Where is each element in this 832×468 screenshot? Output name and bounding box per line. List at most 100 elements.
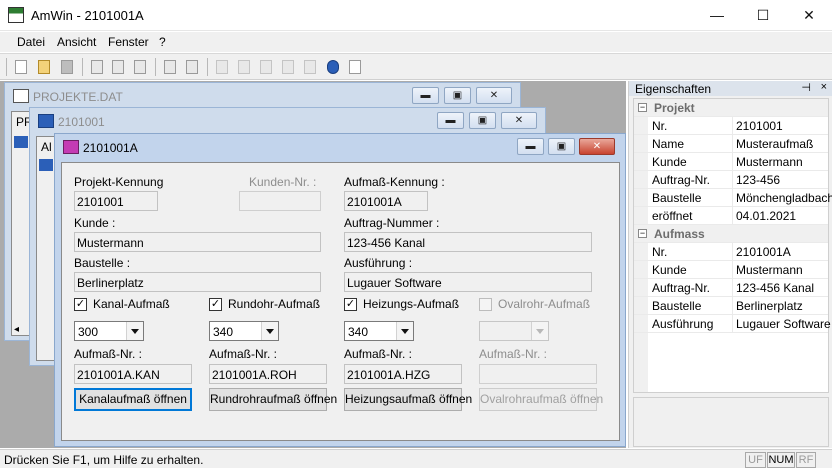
property-row[interactable]: Name Musteraufmaß bbox=[634, 135, 828, 153]
grid-icon[interactable] bbox=[279, 58, 297, 76]
mdi-close-button[interactable]: ✕ bbox=[501, 112, 537, 129]
property-key: Nr. bbox=[652, 245, 668, 259]
heizung-combo-value: 340 bbox=[348, 325, 369, 339]
table-icon[interactable] bbox=[301, 58, 319, 76]
list-icon[interactable] bbox=[235, 58, 253, 76]
rundrohr-aufmass-nr-label: Aufmaß-Nr. : bbox=[209, 347, 278, 361]
mdi-minimize-button[interactable]: ▬ bbox=[412, 87, 439, 104]
heizung-open-button[interactable]: Heizungsaufmaß öffnen bbox=[344, 388, 472, 411]
category-label: Projekt bbox=[654, 101, 695, 115]
close-button[interactable]: ✕ bbox=[786, 0, 832, 31]
ovalrohr-open-button: Ovalrohraufmaß öffnen bbox=[479, 388, 603, 411]
property-description bbox=[633, 397, 829, 447]
maximize-button[interactable]: ☐ bbox=[740, 0, 786, 31]
menu-help[interactable]: ? bbox=[159, 35, 166, 49]
save-icon[interactable] bbox=[58, 58, 76, 76]
indicator-num: NUM bbox=[767, 452, 795, 468]
rundrohr-checkbox[interactable]: ✓ bbox=[209, 298, 222, 311]
property-row[interactable]: Auftrag-Nr. 123-456 Kanal bbox=[634, 279, 828, 297]
kanal-combo[interactable]: 300 bbox=[74, 321, 144, 341]
kanal-checkbox[interactable]: ✓ bbox=[74, 298, 87, 311]
heizung-aufmass-nr-field[interactable]: 2101001A.HZG bbox=[344, 364, 462, 384]
kanal-aufmass-nr-label: Aufmaß-Nr. : bbox=[74, 347, 143, 361]
menu-datei[interactable]: Datei bbox=[17, 35, 45, 49]
mdi-window-title: 2101001A bbox=[83, 141, 138, 155]
mdi-title-bar[interactable]: 2101001A ▬ ▣ ✕ bbox=[55, 134, 625, 162]
collapse-icon[interactable]: − bbox=[638, 229, 647, 238]
property-key: Name bbox=[652, 137, 685, 151]
collapse-icon[interactable]: − bbox=[638, 103, 647, 112]
menu-ansicht[interactable]: Ansicht bbox=[57, 35, 96, 49]
scroll-left-icon[interactable]: ◂ bbox=[14, 324, 19, 335]
chevron-down-icon[interactable] bbox=[396, 322, 413, 340]
copy-icon[interactable] bbox=[109, 58, 127, 76]
property-row[interactable]: Nr. 2101001 bbox=[634, 117, 828, 135]
menu-bar: Datei Ansicht Fenster ? bbox=[0, 32, 832, 52]
aufmass-icon bbox=[63, 140, 79, 154]
property-row[interactable]: Nr. 2101001A bbox=[634, 243, 828, 261]
mdi-minimize-button[interactable]: ▬ bbox=[517, 138, 544, 155]
sort-icon[interactable] bbox=[213, 58, 231, 76]
property-value: 123-456 Kanal bbox=[736, 281, 815, 295]
property-category-projekt[interactable]: − Projekt bbox=[634, 99, 828, 117]
new-icon[interactable] bbox=[12, 58, 30, 76]
menu-fenster[interactable]: Fenster bbox=[108, 35, 149, 49]
mdi-title-bar[interactable]: 2101001 ▬ ▣ ✕ bbox=[30, 108, 545, 136]
property-row[interactable]: Ausführung Lugauer Software bbox=[634, 315, 831, 333]
baustelle-field[interactable]: Berlinerplatz bbox=[74, 272, 321, 292]
rundrohr-open-button[interactable]: Rundrohraufmaß öffnen bbox=[209, 388, 337, 411]
indicator-uf: UF bbox=[745, 452, 766, 468]
mdi-minimize-button[interactable]: ▬ bbox=[437, 112, 464, 129]
aufmass-kennung-field[interactable]: 2101001A bbox=[344, 191, 428, 211]
aufmass-kennung-label: Aufmaß-Kennung : bbox=[344, 175, 445, 189]
cut-icon[interactable] bbox=[88, 58, 106, 76]
context-help-icon[interactable] bbox=[346, 58, 364, 76]
property-row[interactable]: Kunde Mustermann bbox=[634, 153, 828, 171]
ovalrohr-aufmass-nr-label: Aufmaß-Nr. : bbox=[479, 347, 548, 361]
mdi-window-2101001a[interactable]: 2101001A ▬ ▣ ✕ Projekt-Kennung 2101001 K… bbox=[54, 133, 626, 447]
chevron-down-icon[interactable] bbox=[126, 322, 143, 340]
kanal-checkbox-label: Kanal-Aufmaß bbox=[93, 297, 170, 311]
properties-header: Eigenschaften ⊣ × bbox=[629, 81, 832, 96]
heizung-combo[interactable]: 340 bbox=[344, 321, 414, 341]
property-row[interactable]: Kunde Mustermann bbox=[634, 261, 828, 279]
auftrag-nummer-field[interactable]: 123-456 Kanal bbox=[344, 232, 592, 252]
kunden-nr-field bbox=[239, 191, 321, 211]
kunde-field[interactable]: Mustermann bbox=[74, 232, 321, 252]
rundrohr-aufmass-nr-field[interactable]: 2101001A.ROH bbox=[209, 364, 327, 384]
property-row[interactable]: Baustelle Mönchengladbach bbox=[634, 189, 832, 207]
print-icon[interactable] bbox=[161, 58, 179, 76]
property-row[interactable]: Baustelle Berlinerplatz bbox=[634, 297, 828, 315]
mdi-maximize-button[interactable]: ▣ bbox=[469, 112, 496, 129]
toolbar-dropdown[interactable] bbox=[364, 58, 382, 76]
paste-icon[interactable] bbox=[131, 58, 149, 76]
mdi-close-button[interactable]: ✕ bbox=[579, 138, 615, 155]
kanal-open-button[interactable]: Kanalaufmaß öffnen bbox=[74, 388, 192, 411]
chevron-down-icon[interactable] bbox=[261, 322, 278, 340]
status-bar: Drücken Sie F1, um Hilfe zu erhalten. UF… bbox=[0, 449, 832, 468]
heizung-checkbox[interactable]: ✓ bbox=[344, 298, 357, 311]
rundrohr-combo[interactable]: 340 bbox=[209, 321, 279, 341]
toolbar-separator bbox=[207, 58, 208, 76]
help-icon[interactable] bbox=[324, 58, 342, 76]
property-value: Musteraufmaß bbox=[736, 137, 814, 151]
property-category-aufmass[interactable]: − Aufmass bbox=[634, 225, 828, 243]
ovalrohr-checkbox-label: Ovalrohr-Aufmaß bbox=[498, 297, 591, 311]
list-header-fragment: Al bbox=[41, 140, 52, 154]
properties-pane: Eigenschaften ⊣ × − Projekt Nr. 2101001 N… bbox=[628, 81, 832, 448]
projekt-kennung-field[interactable]: 2101001 bbox=[74, 191, 158, 211]
preview-icon[interactable] bbox=[183, 58, 201, 76]
mdi-maximize-button[interactable]: ▣ bbox=[548, 138, 575, 155]
mdi-close-button[interactable]: ✕ bbox=[476, 87, 512, 104]
details-icon[interactable] bbox=[257, 58, 275, 76]
property-row[interactable]: Auftrag-Nr. 123-456 bbox=[634, 171, 828, 189]
property-row[interactable]: eröffnet 04.01.2021 bbox=[634, 207, 828, 225]
ausfuehrung-field[interactable]: Lugauer Software bbox=[344, 272, 592, 292]
pin-icon[interactable]: ⊣ bbox=[801, 81, 811, 94]
open-icon[interactable] bbox=[35, 58, 53, 76]
kanal-aufmass-nr-field[interactable]: 2101001A.KAN bbox=[74, 364, 192, 384]
minimize-button[interactable]: — bbox=[694, 0, 740, 31]
close-icon[interactable]: × bbox=[821, 81, 827, 93]
mdi-maximize-button[interactable]: ▣ bbox=[444, 87, 471, 104]
property-value: 123-456 bbox=[736, 173, 781, 187]
